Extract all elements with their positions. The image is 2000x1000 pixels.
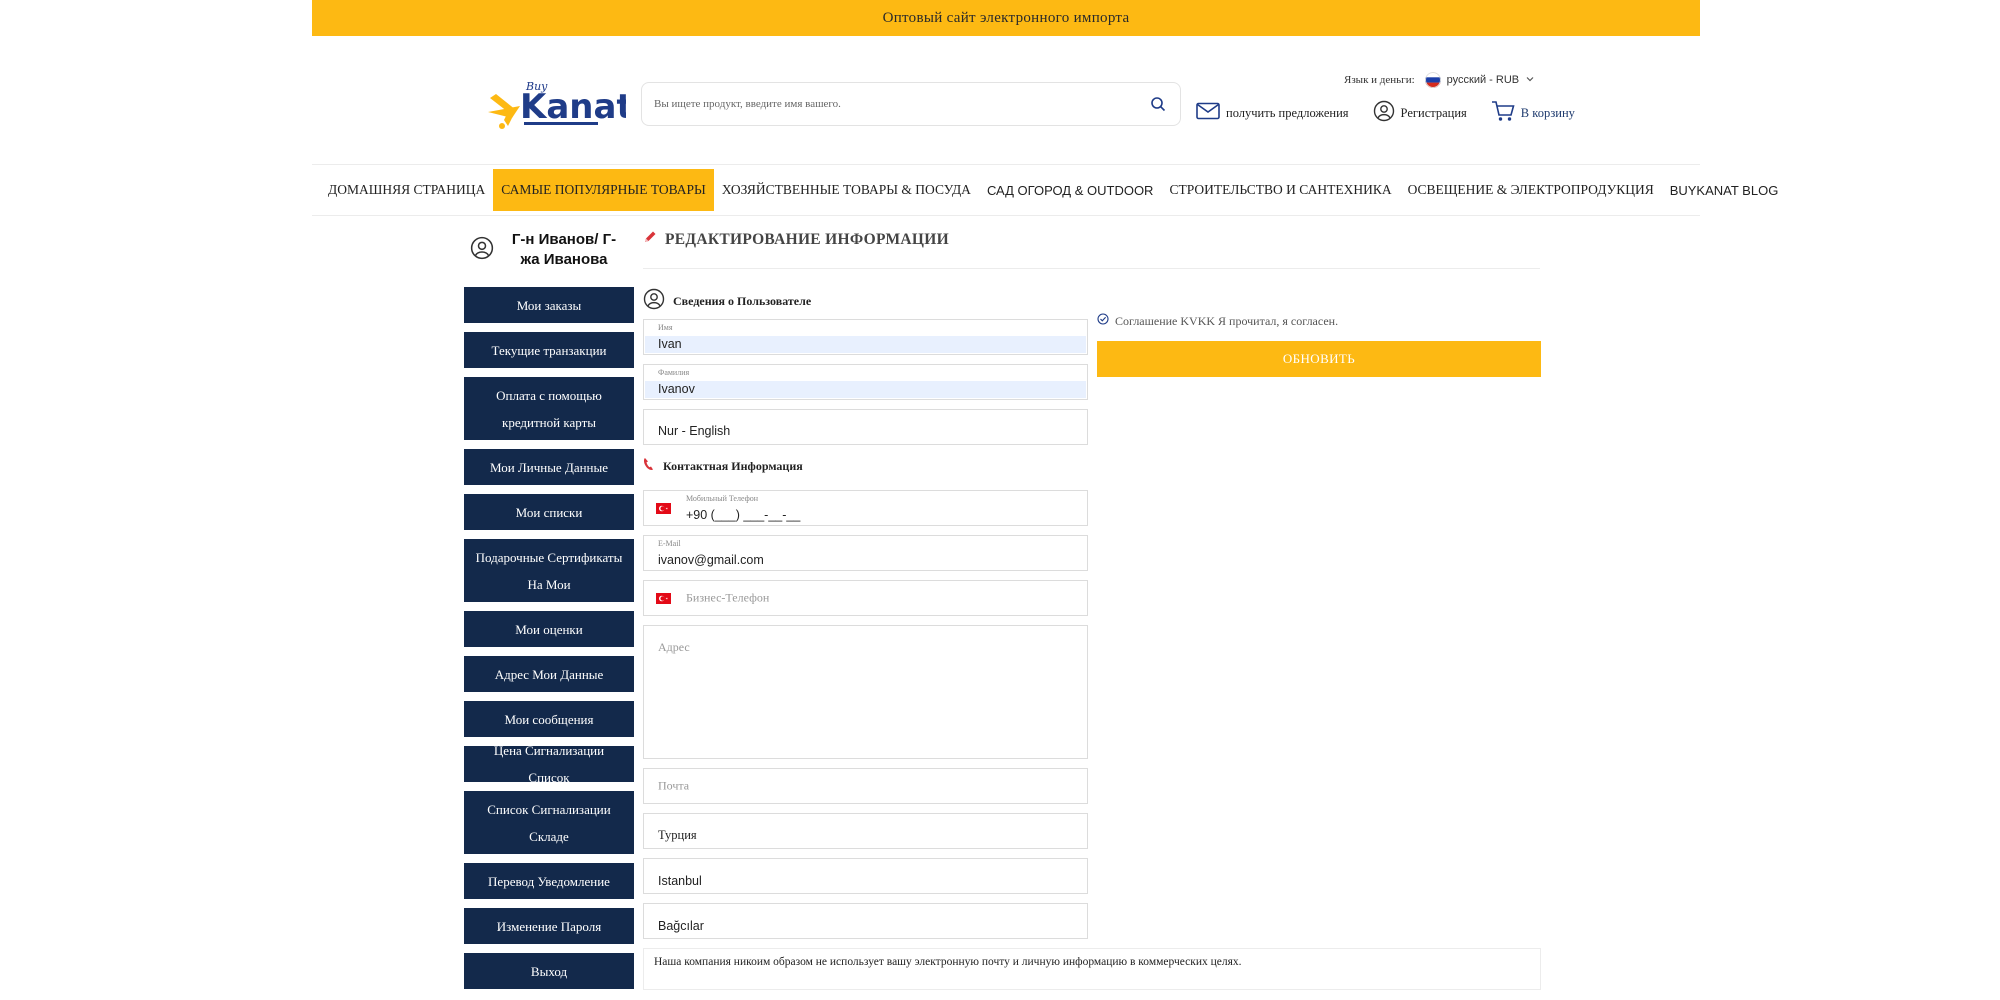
privacy-notice-text: Наша компания никоим образом не использу… bbox=[654, 956, 1242, 968]
nav-item-popular[interactable]: САМЫЕ ПОПУЛЯРНЫЕ ТОВАРЫ bbox=[493, 169, 714, 211]
language-select-value: Nur - English bbox=[658, 424, 731, 438]
email-field[interactable]: E-Mail ivanov@gmail.com bbox=[643, 535, 1088, 571]
address-placeholder: Адрес bbox=[658, 640, 690, 654]
sidebar-item-price-alerts[interactable]: Цена Сигнализации Список bbox=[464, 743, 634, 785]
sidebar-item-personal-data[interactable]: Мои Личные Данные bbox=[464, 449, 634, 485]
business-phone-placeholder: Бизнес-Телефон bbox=[686, 590, 770, 605]
top-announcement-bar: Оптовый сайт электронного импорта bbox=[312, 0, 1700, 36]
search-input[interactable] bbox=[654, 98, 1148, 110]
cart-icon bbox=[1491, 100, 1515, 126]
chevron-down-icon bbox=[1525, 74, 1535, 87]
mobile-phone-value: +90 (___) ___-__-__ bbox=[686, 508, 801, 522]
first-name-value: Ivan bbox=[658, 337, 682, 351]
search-box[interactable] bbox=[641, 82, 1181, 126]
nav-item-household[interactable]: ХОЗЯЙСТВЕННЫЕ ТОВАРЫ & ПОСУДА bbox=[714, 169, 979, 211]
sidebar-item-transactions[interactable]: Текущие транзакции bbox=[464, 332, 634, 368]
country-value: Турция bbox=[658, 828, 697, 842]
language-currency-row: Язык и деньги: русский - RUB bbox=[1344, 70, 1535, 90]
turkey-flag-icon bbox=[656, 593, 671, 604]
sidebar-item-transfer-notice[interactable]: Перевод Уведомление bbox=[464, 863, 634, 899]
section-user-info: Сведения о Пользователе bbox=[643, 288, 811, 314]
sidebar-item-reviews[interactable]: Мои оценки bbox=[464, 611, 634, 647]
sidebar-item-change-password[interactable]: Изменение Пароля bbox=[464, 908, 634, 944]
nav-item-lighting[interactable]: ОСВЕЩЕНИЕ & ЭЛЕКТРОПРОДУКЦИЯ bbox=[1400, 169, 1662, 211]
mobile-phone-field[interactable]: Мобильный Телефон +90 (___) ___-__-__ bbox=[643, 490, 1088, 526]
city-value: Istanbul bbox=[658, 874, 702, 888]
pencil-icon bbox=[643, 230, 657, 249]
register-link[interactable]: Регистрация bbox=[1373, 100, 1467, 126]
city-select[interactable]: Istanbul bbox=[643, 858, 1088, 894]
register-label: Регистрация bbox=[1400, 105, 1467, 120]
buykanat-logo[interactable]: Buy Kanat bbox=[482, 76, 633, 132]
user-name: Г-н Иванов/ Г-жа Иванова bbox=[511, 231, 617, 268]
logo-brand: Kanat bbox=[520, 87, 626, 127]
search-icon[interactable] bbox=[1148, 94, 1168, 114]
postal-code-placeholder: Почта bbox=[658, 778, 690, 793]
email-label: E-Mail bbox=[658, 539, 681, 548]
get-offers-link[interactable]: получить предложения bbox=[1196, 102, 1349, 124]
section-contact-info: Контактная Информация bbox=[643, 457, 803, 475]
sidebar-item-gift-certificates[interactable]: Подарочные Сертификаты На Мои bbox=[464, 539, 634, 602]
russia-flag-icon bbox=[1424, 72, 1441, 88]
nav-item-construction[interactable]: СТРОИТЕЛЬСТВО И САНТЕХНИКА bbox=[1161, 169, 1399, 211]
district-select[interactable]: Bağcılar bbox=[643, 903, 1088, 939]
envelope-icon bbox=[1196, 102, 1220, 124]
country-select[interactable]: Турция bbox=[643, 813, 1088, 849]
nav-item-home[interactable]: ДОМАШНЯЯ СТРАНИЦА bbox=[320, 169, 493, 211]
turkey-flag-icon bbox=[656, 503, 671, 514]
business-phone-field[interactable]: Бизнес-Телефон bbox=[643, 580, 1088, 616]
address-textarea[interactable]: Адрес bbox=[643, 625, 1088, 759]
last-name-label: Фамилия bbox=[658, 368, 690, 377]
mobile-phone-label: Мобильный Телефон bbox=[686, 494, 759, 503]
announcement-text: Оптовый сайт электронного импорта bbox=[882, 9, 1130, 26]
last-name-value: Ivanov bbox=[658, 382, 695, 396]
cart-label: В корзину bbox=[1520, 105, 1575, 120]
page-title-text: РЕДАКТИРОВАНИЕ ИНФОРМАЦИИ bbox=[665, 230, 949, 248]
section-contact-info-title: Контактная Информация bbox=[663, 458, 803, 473]
user-profile: Г-н Иванов/ Г-жа Иванова bbox=[470, 228, 640, 272]
district-value: Bağcılar bbox=[658, 919, 704, 933]
check-circle-icon[interactable] bbox=[1097, 313, 1109, 329]
sidebar-item-lists[interactable]: Мои списки bbox=[464, 494, 634, 530]
main-navigation: ДОМАШНЯЯ СТРАНИЦА САМЫЕ ПОПУЛЯРНЫЕ ТОВАР… bbox=[312, 164, 1778, 216]
postal-code-field[interactable]: Почта bbox=[643, 768, 1088, 804]
sidebar-item-addresses[interactable]: Адрес Мои Данные bbox=[464, 656, 634, 692]
nav-item-blog[interactable]: BUYKANAT BLOG bbox=[1662, 169, 1787, 211]
sidebar-item-orders[interactable]: Мои заказы bbox=[464, 287, 634, 323]
sidebar-item-logout[interactable]: Выход bbox=[464, 953, 634, 989]
first-name-field[interactable]: Имя Ivan bbox=[643, 319, 1088, 355]
update-button[interactable]: ОБНОВИТЬ bbox=[1097, 341, 1541, 377]
user-avatar-icon bbox=[470, 236, 494, 265]
section-user-info-title: Сведения о Пользователе bbox=[673, 293, 812, 308]
cart-link[interactable]: В корзину bbox=[1491, 100, 1575, 126]
last-name-field[interactable]: Фамилия Ivanov bbox=[643, 364, 1088, 400]
privacy-notice: Наша компания никоим образом не использу… bbox=[643, 948, 1541, 990]
user-circle-icon bbox=[643, 288, 665, 314]
title-divider bbox=[643, 268, 1540, 269]
sidebar-item-messages[interactable]: Мои сообщения bbox=[464, 701, 634, 737]
kvkk-agreement-text: Соглашение KVKK Я прочитал, я согласен. bbox=[1115, 313, 1339, 328]
get-offers-label: получить предложения bbox=[1226, 105, 1349, 120]
user-icon bbox=[1373, 100, 1395, 126]
language-selector[interactable]: русский - RUB bbox=[1424, 72, 1535, 88]
kvkk-agreement[interactable]: Соглашение KVKK Я прочитал, я согласен. bbox=[1097, 313, 1338, 329]
sidebar-item-stock-alerts[interactable]: Список Сигнализации Складе bbox=[464, 791, 634, 854]
nav-item-garden[interactable]: САД ОГОРОД & OUTDOOR bbox=[979, 169, 1162, 211]
language-value: русский - RUB bbox=[1446, 74, 1520, 86]
first-name-label: Имя bbox=[658, 323, 673, 332]
language-select[interactable]: Nur - English bbox=[643, 409, 1088, 445]
language-label: Язык и деньги: bbox=[1344, 74, 1415, 86]
email-value: ivanov@gmail.com bbox=[658, 553, 764, 567]
header-actions: получить предложения Регистрация В корзи… bbox=[1196, 100, 1575, 126]
phone-icon bbox=[643, 457, 655, 475]
sidebar-item-credit-card[interactable]: Оплата с помощью кредитной карты bbox=[464, 377, 634, 440]
page-title: РЕДАКТИРОВАНИЕ ИНФОРМАЦИИ bbox=[643, 230, 949, 249]
